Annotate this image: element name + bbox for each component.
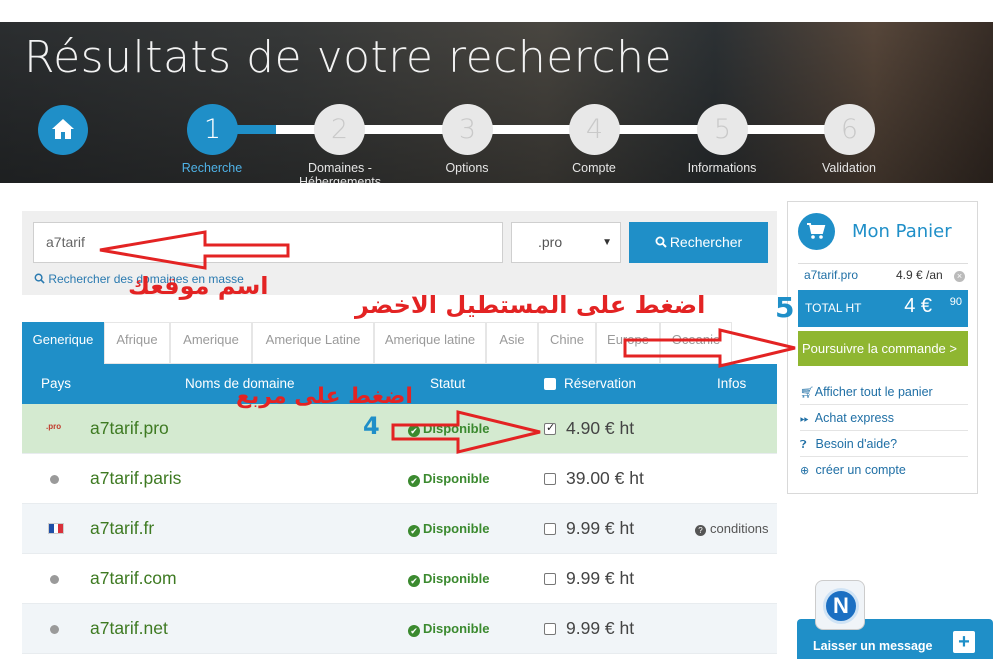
- annotation-click-green: اضغط على المستطيل الاخضر: [355, 291, 706, 319]
- arrow-site-name: [99, 230, 290, 270]
- annotation-site-name: اسم موقعك: [128, 272, 269, 300]
- annotation-step-4: 4: [363, 412, 380, 440]
- annotation-arrows: [99, 230, 796, 454]
- annotation-click-box: اضغط على مربع: [236, 384, 413, 409]
- annotation-step-5: 5: [775, 291, 795, 324]
- arrow-checkbox: [391, 410, 541, 454]
- arrow-green-button: [623, 328, 796, 368]
